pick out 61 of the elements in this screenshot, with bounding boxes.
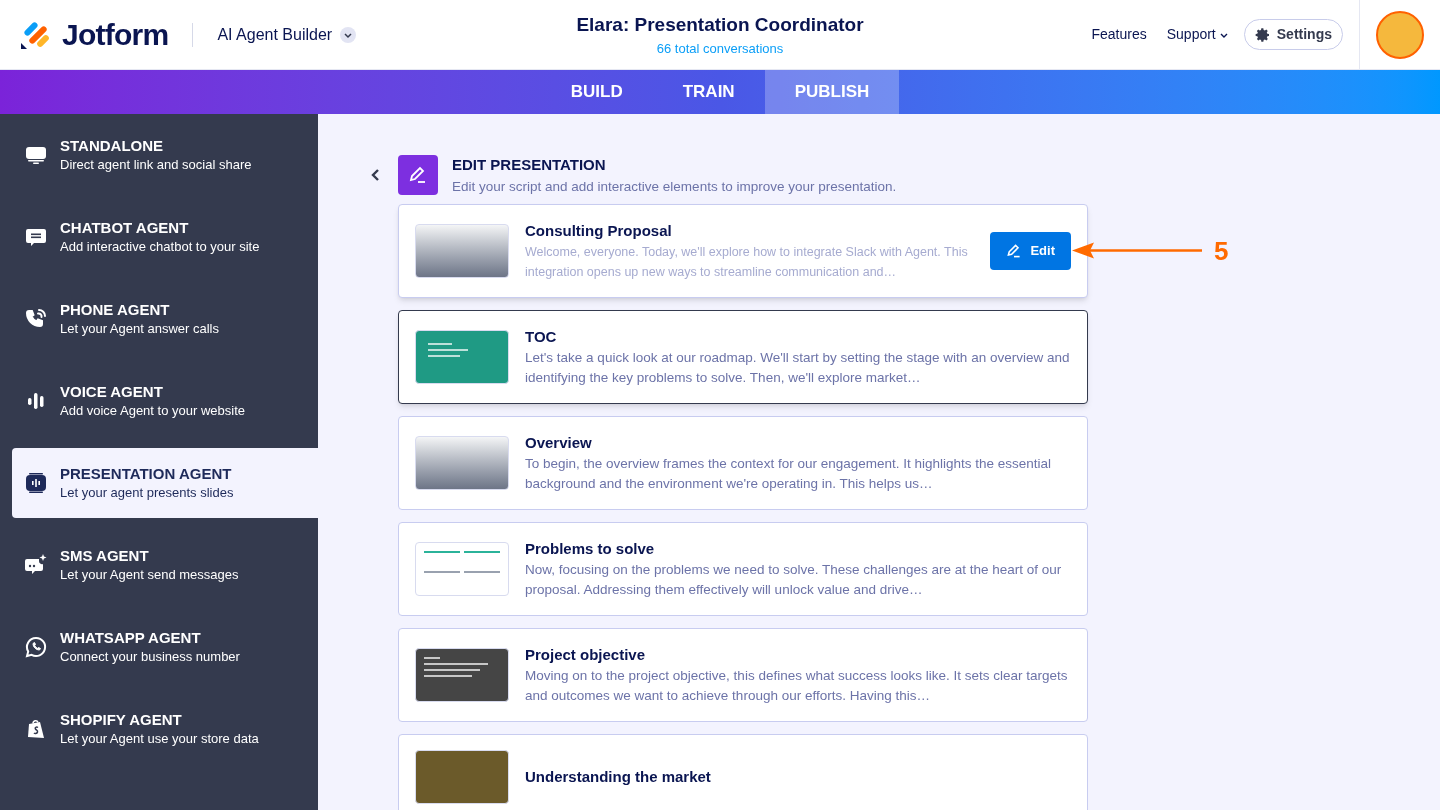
- nav-tab[interactable]: BUILD: [540, 70, 653, 114]
- slide-card[interactable]: TOC Let's take a quick look at our roadmap. We'll start by setting the stage with an overview and identifying the key problems to solve. Then, we'll explore market…: [398, 309, 1088, 404]
- slide-card[interactable]: Problems to solve Now, focusing on the problems we need to solve. These challenges are at the heart of our proposal. Addressing them effectively will unlock value and drive…: [398, 521, 1088, 616]
- nav-link[interactable]: Support: [1166, 24, 1228, 45]
- item-title: PRESENTATION AGENT: [60, 464, 233, 484]
- item-subtitle: Direct agent link and social share: [60, 156, 252, 174]
- sidebar-item[interactable]: SMS AGENT Let your Agent send messages: [12, 530, 318, 600]
- item-subtitle: Let your agent presents slides: [60, 484, 234, 502]
- settings-icon: [1254, 26, 1271, 43]
- sidebar-item[interactable]: STANDALONE Direct agent link and social share: [12, 120, 318, 190]
- item-title: VOICE AGENT: [60, 382, 164, 402]
- message-sparkle-icon: [24, 553, 48, 577]
- slide-description: Welcome, everyone. Today, we'll explore how to integrate Slack with Agent. This integration opens up new ways to streamline communication and…: [525, 243, 969, 281]
- item-subtitle: Add interactive chatbot to your site: [60, 238, 260, 256]
- brand-name: Jotform: [62, 17, 169, 53]
- item-title: SHOPIFY AGENT: [60, 710, 183, 730]
- slide-card[interactable]: Project objective Moving on to the project objective, this defines what success looks like. It sets clear targets and outcomes we want to achieve through our efforts. Having this…: [398, 627, 1088, 722]
- slide-description: Let's take a quick look at our roadmap. We'll start by setting the stage with an overview and identifying the key problems to solve. Then, we'll explore market…: [525, 348, 1071, 387]
- sidebar-item[interactable]: CHATBOT AGENT Add interactive chatbot to your site: [12, 202, 318, 272]
- slide-title: Consulting Proposal: [525, 220, 673, 241]
- slide-description: To begin, the overview frames the context for our engagement. It highlights the essential background and the environment we're operating in. This helps us…: [525, 454, 1053, 493]
- item-title: PHONE AGENT: [60, 300, 171, 320]
- slide-title: Understanding the market: [525, 766, 712, 787]
- slide-card[interactable]: Overview To begin, the overview frames the context for our engagement. It highlights the essential background and the environment we're operating in. This helps us…: [398, 415, 1088, 510]
- slide-card[interactable]: Consulting Proposal Welcome, everyone. Today, we'll explore how to integrate Slack with Agent. This integration opens up new ways to streamline communication and… Edit: [398, 203, 1088, 298]
- slide-title: TOC: [525, 326, 558, 347]
- logo-icon: [20, 19, 50, 50]
- slide-title: Problems to solve: [525, 538, 656, 559]
- slide-card[interactable]: Understanding the market: [398, 733, 1088, 810]
- product-menu[interactable]: AI Agent Builder: [217, 22, 357, 47]
- chevron-down-icon: [340, 26, 357, 43]
- nav-tab[interactable]: TRAIN: [652, 70, 765, 114]
- sidebar-item[interactable]: SHOPIFY AGENT Let your Agent use your store data: [12, 694, 318, 764]
- sidebar-item[interactable]: PRESENTATION AGENT Let your agent presents slides: [12, 448, 318, 518]
- slide-description: Moving on to the project objective, this defines what success looks like. It sets clear targets and outcomes we want to achieve through our efforts. Having this…: [525, 666, 1069, 705]
- slide-title: Overview: [525, 432, 593, 453]
- edit-pencil-icon: [398, 155, 438, 196]
- callout-number: 5: [1214, 234, 1229, 268]
- edit-button[interactable]: Edit: [990, 231, 1071, 270]
- slide-description: Now, focusing on the problems we need to solve. These challenges are at the heart of our proposal. Addressing them effectively will unlock value and drive…: [525, 560, 1063, 599]
- item-subtitle: Let your Agent use your store data: [60, 730, 259, 748]
- panel-subtitle: Edit your script and add interactive elements to improve your presentation.: [452, 177, 897, 196]
- slide-title: Project objective: [525, 644, 647, 665]
- agent-title: Elara: Presentation Coordinator: [576, 12, 864, 37]
- avatar[interactable]: [1376, 10, 1424, 59]
- item-subtitle: Let your Agent answer calls: [60, 320, 219, 338]
- item-title: SMS AGENT: [60, 546, 150, 566]
- sidebar-item[interactable]: PHONE AGENT Let your Agent answer calls: [12, 284, 318, 354]
- panel-title: EDIT PRESENTATION: [452, 155, 607, 175]
- presentation-icon: [24, 471, 48, 495]
- item-title: CHATBOT AGENT: [60, 218, 190, 238]
- pencil-icon: [1006, 242, 1023, 259]
- item-subtitle: Connect your business number: [60, 648, 240, 666]
- sidebar-item[interactable]: WHATSAPP AGENT Connect your business number: [12, 612, 318, 682]
- whatsapp-icon: [24, 635, 48, 659]
- nav-link[interactable]: Features: [1091, 24, 1147, 45]
- item-title: WHATSAPP AGENT: [60, 628, 202, 648]
- item-title: STANDALONE: [60, 136, 165, 156]
- item-subtitle: Let your Agent send messages: [60, 566, 239, 584]
- item-subtitle: Add voice Agent to your website: [60, 402, 245, 420]
- sidebar-item[interactable]: VOICE AGENT Add voice Agent to your website: [12, 366, 318, 436]
